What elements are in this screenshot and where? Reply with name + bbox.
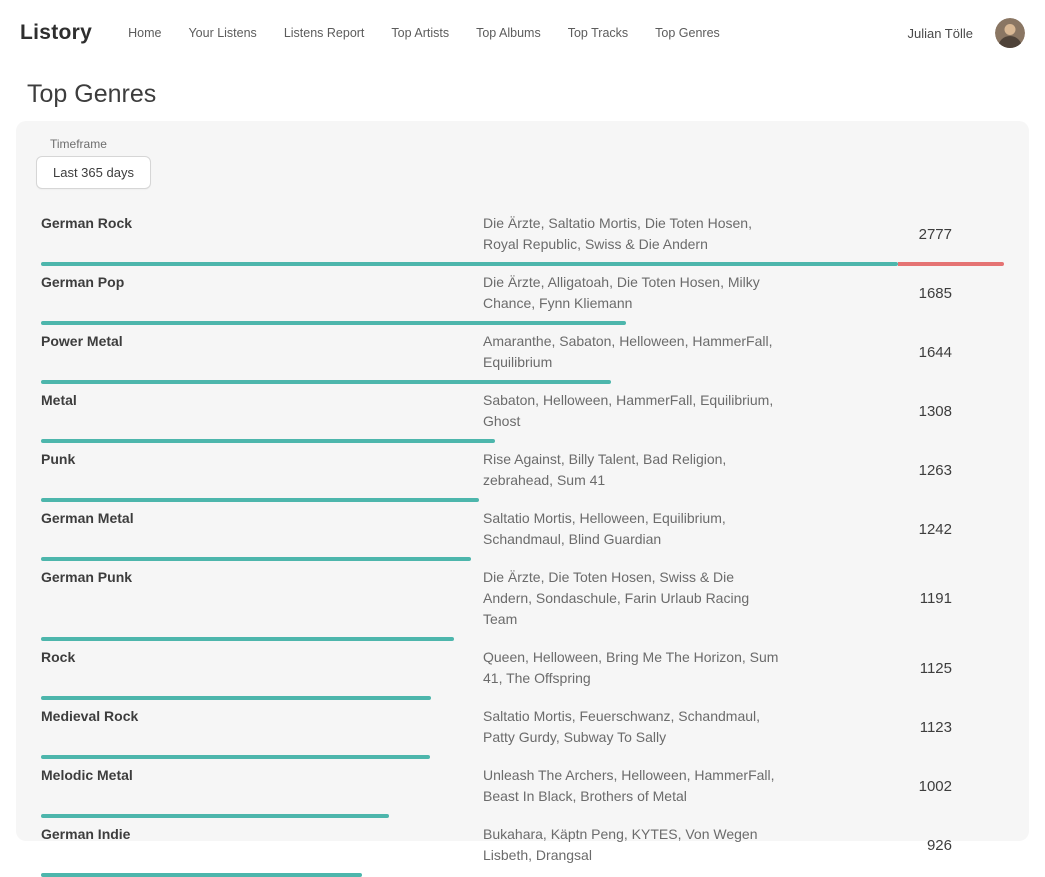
nav-item-top-albums[interactable]: Top Albums	[476, 26, 541, 40]
nav-item-listens-report[interactable]: Listens Report	[284, 26, 365, 40]
genre-artists: Saltatio Mortis, Helloween, Equilibrium,…	[483, 508, 783, 550]
genre-name: German Rock	[41, 213, 483, 233]
top-nav: Listory Home Your Listens Listens Report To…	[0, 0, 1045, 66]
nav-item-top-tracks[interactable]: Top Tracks	[568, 26, 628, 40]
nav-item-your-listens[interactable]: Your Listens	[188, 26, 256, 40]
genre-artists: Amaranthe, Sabaton, Helloween, HammerFal…	[483, 331, 783, 373]
genre-row: PunkRise Against, Billy Talent, Bad Reli…	[41, 443, 1004, 502]
genre-name: Melodic Metal	[41, 765, 483, 785]
genre-row: RockQueen, Helloween, Bring Me The Horiz…	[41, 641, 1004, 700]
genre-name: German Pop	[41, 272, 483, 292]
page-title: Top Genres	[27, 80, 1029, 109]
timeframe-select[interactable]: Last 365 days	[36, 156, 151, 189]
timeframe-label: Timeframe	[50, 137, 1029, 151]
genre-name: German Indie	[41, 824, 483, 844]
genre-count: 1002	[783, 778, 1004, 795]
genre-count: 1123	[783, 719, 1004, 736]
genre-count: 1242	[783, 521, 1004, 538]
genre-artists: Queen, Helloween, Bring Me The Horizon, …	[483, 647, 783, 689]
genre-name: Metal	[41, 390, 483, 410]
genre-row: German IndieBukahara, Käptn Peng, KYTES,…	[41, 818, 1004, 877]
genre-artists: Bukahara, Käptn Peng, KYTES, Von Wegen L…	[483, 824, 783, 866]
genre-row: German MetalSaltatio Mortis, Helloween, …	[41, 502, 1004, 561]
user-name: Julian Tölle	[907, 26, 973, 41]
genre-artists: Saltatio Mortis, Feuerschwanz, Schandmau…	[483, 706, 783, 748]
genre-artists: Rise Against, Billy Talent, Bad Religion…	[483, 449, 783, 491]
nav-links: Home Your Listens Listens Report Top Artist…	[128, 26, 720, 40]
genre-artists: Unleash The Archers, Helloween, HammerFa…	[483, 765, 783, 807]
genre-count: 1685	[783, 285, 1004, 302]
genre-count: 1308	[783, 403, 1004, 420]
genre-count: 2777	[783, 226, 1004, 243]
genre-name: German Punk	[41, 567, 483, 587]
genre-name: German Metal	[41, 508, 483, 528]
genre-count: 1644	[783, 344, 1004, 361]
genre-progress-bar	[41, 873, 362, 877]
genre-name: Medieval Rock	[41, 706, 483, 726]
app-logo[interactable]: Listory	[20, 21, 92, 45]
genre-count: 1125	[783, 660, 1004, 677]
genre-name: Punk	[41, 449, 483, 469]
user-menu: Julian Tölle	[907, 18, 1025, 48]
genre-row: German PopDie Ärzte, Alligatoah, Die Tot…	[41, 266, 1004, 325]
genre-row: German RockDie Ärzte, Saltatio Mortis, D…	[41, 207, 1004, 266]
user-avatar[interactable]	[995, 18, 1025, 48]
nav-item-top-artists[interactable]: Top Artists	[391, 26, 449, 40]
genre-table: German RockDie Ärzte, Saltatio Mortis, D…	[41, 207, 1004, 877]
genre-name: Rock	[41, 647, 483, 667]
genre-name: Power Metal	[41, 331, 483, 351]
genre-row: Power MetalAmaranthe, Sabaton, Helloween…	[41, 325, 1004, 384]
genre-row: MetalSabaton, Helloween, HammerFall, Equ…	[41, 384, 1004, 443]
nav-item-top-genres[interactable]: Top Genres	[655, 26, 720, 40]
genre-artists: Sabaton, Helloween, HammerFall, Equilibr…	[483, 390, 783, 432]
genre-artists: Die Ärzte, Alligatoah, Die Toten Hosen, …	[483, 272, 783, 314]
nav-item-home[interactable]: Home	[128, 26, 161, 40]
genre-row: Medieval RockSaltatio Mortis, Feuerschwa…	[41, 700, 1004, 759]
genre-count: 1191	[783, 590, 1004, 607]
top-genres-card: Timeframe Last 365 days German RockDie Ä…	[16, 121, 1029, 841]
genre-artists: Die Ärzte, Saltatio Mortis, Die Toten Ho…	[483, 213, 783, 255]
genre-count: 926	[783, 837, 1004, 854]
genre-row: German PunkDie Ärzte, Die Toten Hosen, S…	[41, 561, 1004, 641]
main-content: Top Genres Timeframe Last 365 days Germa…	[0, 80, 1045, 841]
genre-count: 1263	[783, 462, 1004, 479]
genre-artists: Die Ärzte, Die Toten Hosen, Swiss & Die …	[483, 567, 783, 630]
genre-row: Melodic MetalUnleash The Archers, Hellow…	[41, 759, 1004, 818]
timeframe-filter: Timeframe Last 365 days	[36, 137, 1029, 189]
